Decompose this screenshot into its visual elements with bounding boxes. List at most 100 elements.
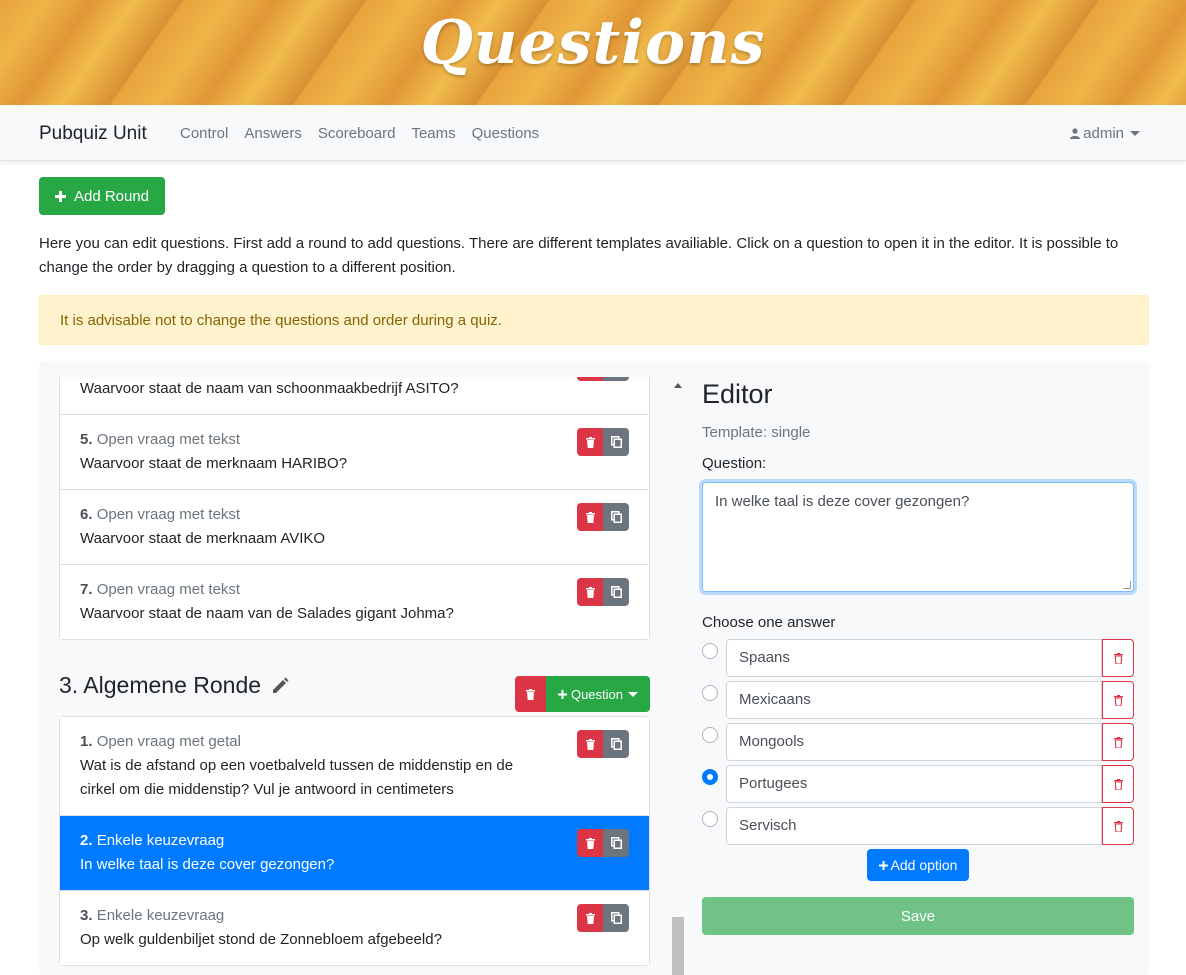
delete-option-button[interactable] (1102, 723, 1134, 761)
copy-question-button[interactable] (603, 578, 629, 606)
question-type: Open vraag met tekst (96, 581, 241, 598)
delete-option-button[interactable] (1102, 765, 1134, 803)
question-item[interactable]: 7. Open vraag met tekst Waarvoor staat d… (60, 565, 649, 639)
question-item[interactable]: 3. Enkele keuzevraag Op welk guldenbilje… (60, 891, 649, 965)
question-text: Waarvoor staat de naam van schoonmaakbed… (80, 380, 459, 397)
question-actions (577, 904, 629, 932)
copy-icon (610, 912, 622, 924)
question-item-selected[interactable]: 2. Enkele keuzevraag In welke taal is de… (60, 816, 649, 891)
trash-icon (585, 511, 595, 523)
delete-question-button[interactable] (577, 578, 603, 606)
trash-icon (526, 688, 535, 700)
user-icon (1070, 128, 1081, 139)
nav-link-control[interactable]: Control (180, 125, 228, 142)
answer-input[interactable]: Mongools (726, 723, 1102, 761)
add-question-dropdown[interactable]: Question (546, 676, 650, 712)
trash-icon (585, 436, 595, 448)
copy-question-button[interactable] (603, 904, 629, 932)
answer-radio[interactable] (702, 727, 718, 743)
delete-option-button[interactable] (1102, 807, 1134, 845)
editor-template: Template: single (702, 424, 811, 441)
user-menu[interactable]: admin (1070, 125, 1140, 142)
question-item[interactable]: 4. Open vraag met tekst Waarvoor staat d… (60, 377, 649, 415)
question-actions (577, 377, 629, 381)
copy-icon (610, 511, 622, 523)
question-type: Open vraag met tekst (96, 431, 241, 448)
page-banner: Questions (0, 0, 1186, 105)
round-actions: Question (515, 676, 650, 712)
nav-link-scoreboard[interactable]: Scoreboard (318, 125, 396, 142)
question-type: Enkele keuzevraag (96, 907, 225, 924)
question-number: 5. (80, 431, 93, 448)
question-item[interactable]: 1. Open vraag met getal Wat is de afstan… (60, 717, 649, 816)
question-list[interactable]: 4. Open vraag met tekst Waarvoor staat d… (59, 377, 650, 975)
question-item[interactable]: 5. Open vraag met tekst Waarvoor staat d… (60, 415, 649, 490)
copy-question-button[interactable] (603, 377, 629, 381)
delete-question-button[interactable] (577, 730, 603, 758)
delete-question-button[interactable] (577, 829, 603, 857)
nav-links: Control Answers Scoreboard Teams Questio… (180, 125, 539, 142)
add-round-button[interactable]: Add Round (39, 177, 165, 215)
question-item[interactable]: 6. Open vraag met tekst Waarvoor staat d… (60, 490, 649, 565)
trash-icon (1113, 778, 1123, 790)
answer-input[interactable]: Portugees (726, 765, 1102, 803)
banner-title: Questions (420, 8, 766, 78)
delete-question-button[interactable] (577, 428, 603, 456)
question-number: 3. (80, 907, 93, 924)
list-scrollbar[interactable] (671, 377, 685, 975)
answer-option: Mongools (702, 723, 1134, 761)
question-type: Open vraag met getal (96, 733, 241, 750)
copy-question-button[interactable] (603, 503, 629, 531)
delete-question-button[interactable] (577, 503, 603, 531)
nav-link-questions[interactable]: Questions (472, 125, 540, 142)
pencil-icon[interactable] (271, 677, 289, 695)
answer-radio[interactable] (702, 685, 718, 701)
add-option-row: Add option (702, 849, 1134, 881)
copy-icon (610, 586, 622, 598)
delete-option-button[interactable] (1102, 681, 1134, 719)
editor-title: Editor (702, 379, 773, 409)
answer-option: Portugees (702, 765, 1134, 803)
copy-question-button[interactable] (603, 730, 629, 758)
copy-icon (610, 436, 622, 448)
question-textarea[interactable]: In welke taal is deze cover gezongen? (702, 482, 1134, 592)
answer-input[interactable]: Mexicaans (726, 681, 1102, 719)
resize-grip-icon[interactable] (1123, 581, 1131, 589)
question-text: Waarvoor staat de merknaam HARIBO? (80, 455, 348, 472)
copy-question-button[interactable] (603, 428, 629, 456)
nav-link-teams[interactable]: Teams (411, 125, 455, 142)
add-question-label: Question (570, 686, 624, 702)
round-3-header: 3. Algemene Ronde Question (59, 640, 650, 716)
add-round-label: Add Round (73, 187, 150, 205)
trash-icon (585, 912, 595, 924)
question-type: Open vraag met tekst (96, 506, 241, 523)
brand-link[interactable]: Pubquiz Unit (39, 123, 147, 145)
answer-input[interactable]: Servisch (726, 807, 1102, 845)
question-text: Op welk guldenbiljet stond de Zonnebloem… (80, 931, 442, 948)
answer-input[interactable]: Spaans (726, 639, 1102, 677)
question-number: 2. (80, 832, 93, 849)
question-actions (577, 578, 629, 606)
question-textarea-value: In welke taal is deze cover gezongen? (715, 493, 970, 510)
scroll-thumb[interactable] (672, 917, 684, 975)
delete-question-button[interactable] (577, 904, 603, 932)
question-label: Question: (702, 455, 767, 472)
scroll-up-arrow-icon[interactable] (674, 383, 682, 388)
answer-radio[interactable] (702, 811, 718, 827)
answer-radio[interactable] (702, 643, 718, 659)
plus-icon (878, 860, 888, 870)
answer-radio-selected[interactable] (702, 769, 718, 785)
nav-link-answers[interactable]: Answers (244, 125, 302, 142)
copy-question-button[interactable] (603, 829, 629, 857)
round-title: 3. Algemene Ronde (59, 672, 289, 699)
add-option-button[interactable]: Add option (867, 849, 969, 881)
delete-round-button[interactable] (515, 676, 546, 712)
round-title-text: 3. Algemene Ronde (59, 672, 262, 698)
delete-question-button[interactable] (577, 377, 603, 381)
save-button[interactable]: Save (702, 897, 1134, 935)
question-type: Enkele keuzevraag (96, 832, 225, 849)
trash-icon (585, 586, 595, 598)
answer-option: Mexicaans (702, 681, 1134, 719)
question-number: 6. (80, 506, 93, 523)
delete-option-button[interactable] (1102, 639, 1134, 677)
